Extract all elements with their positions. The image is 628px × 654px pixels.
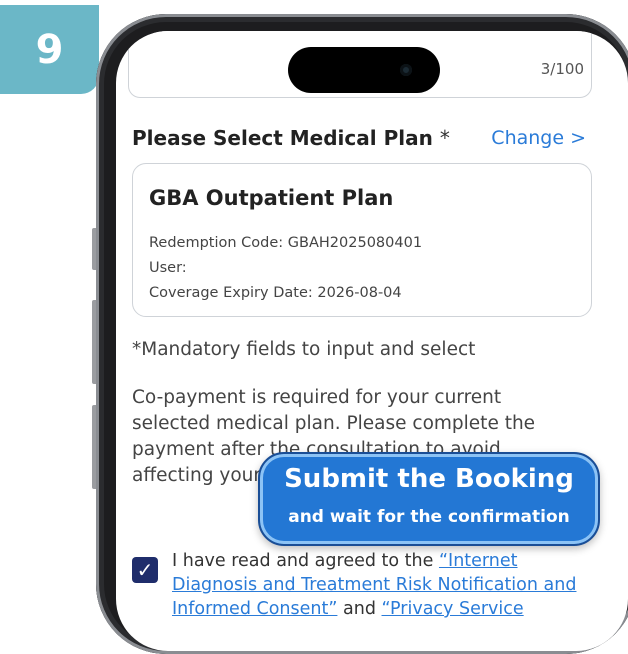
change-plan-link[interactable]: Change > — [491, 127, 586, 149]
phone-screen: 3/100 Please Select Medical Plan * Chang… — [116, 31, 628, 651]
submit-booking-callout: Submit the Booking and wait for the conf… — [258, 452, 600, 546]
agreement-connector: and — [343, 599, 376, 619]
callout-subtitle: and wait for the confirmation — [288, 507, 570, 527]
redemption-code: Redemption Code: GBAH2025080401 — [149, 235, 423, 251]
checkmark-icon: ✓ — [136, 558, 154, 582]
character-counter: 3/100 — [540, 60, 584, 78]
camera-icon — [400, 64, 412, 76]
agreement-checkbox[interactable]: ✓ — [132, 557, 158, 583]
agreement-prefix: I have read and agreed to the — [172, 551, 434, 571]
plan-name: GBA Outpatient Plan — [149, 186, 394, 210]
mandatory-fields-note: *Mandatory fields to input and select — [132, 339, 476, 360]
dynamic-island — [288, 47, 440, 93]
privacy-service-link[interactable]: “Privacy Service — [382, 599, 524, 619]
medical-plan-heading: Please Select Medical Plan * — [132, 126, 450, 150]
medical-plan-title: Please Select Medical Plan — [132, 126, 433, 150]
plan-user: User: — [149, 260, 187, 276]
step-number-badge: 9 — [0, 5, 99, 94]
agreement-text: I have read and agreed to the “Internet … — [172, 549, 602, 621]
callout-title: Submit the Booking — [284, 464, 574, 494]
required-mark: * — [439, 126, 450, 150]
coverage-expiry-date: Coverage Expiry Date: 2026-08-04 — [149, 285, 402, 301]
selected-plan-card[interactable]: GBA Outpatient Plan Redemption Code: GBA… — [132, 163, 592, 317]
